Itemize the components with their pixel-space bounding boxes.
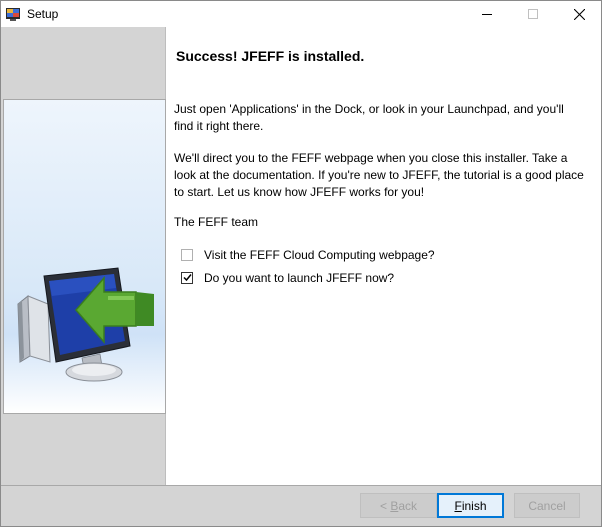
finish-accel: F — [454, 498, 462, 513]
finish-rest: inish — [461, 498, 487, 513]
info-paragraph: Just open 'Applications' in the Dock, or… — [174, 102, 564, 133]
setup-window: Setup Success! JFEFF is installed. Just … — [0, 0, 602, 527]
visit-webpage-checkbox[interactable] — [181, 249, 193, 261]
wizard-sidebar — [1, 27, 166, 485]
finish-button[interactable]: Finish — [437, 493, 504, 518]
close-icon — [573, 8, 585, 20]
signature-text: The FEFF team — [174, 215, 259, 229]
computer-arrow-icon — [17, 267, 154, 382]
title-bar: Setup — [1, 1, 601, 27]
window-title: Setup — [27, 7, 59, 21]
checkbox-label: Do you want to launch JFEFF now? — [204, 271, 395, 285]
minimize-button[interactable] — [464, 1, 510, 27]
app-icon — [6, 8, 20, 21]
option-visit-webpage[interactable]: Visit the FEFF Cloud Computing webpage? — [181, 246, 435, 264]
installer-hero-image — [3, 99, 166, 414]
checkmark-icon — [183, 274, 192, 282]
checkbox-label: Visit the FEFF Cloud Computing webpage? — [204, 248, 435, 262]
back-prefix: < — [379, 498, 391, 513]
back-accel: B — [390, 498, 399, 513]
wizard-content: Success! JFEFF is installed. Just open '… — [166, 27, 601, 485]
cancel-button: Cancel — [514, 493, 580, 518]
page-title: Success! JFEFF is installed. — [176, 48, 365, 64]
button-bar: < Back Finish Cancel — [1, 485, 601, 526]
back-button: < Back — [360, 493, 437, 518]
maximize-button — [510, 1, 556, 27]
launch-now-checkbox[interactable] — [181, 272, 193, 284]
back-rest: ack — [398, 498, 418, 513]
info-paragraph: We'll direct you to the FEFF webpage whe… — [174, 151, 584, 199]
maximize-icon — [528, 9, 538, 19]
option-launch-now[interactable]: Do you want to launch JFEFF now? — [181, 269, 394, 287]
close-button[interactable] — [556, 1, 601, 27]
minimize-icon — [482, 14, 492, 15]
cancel-label: Cancel — [528, 498, 566, 513]
